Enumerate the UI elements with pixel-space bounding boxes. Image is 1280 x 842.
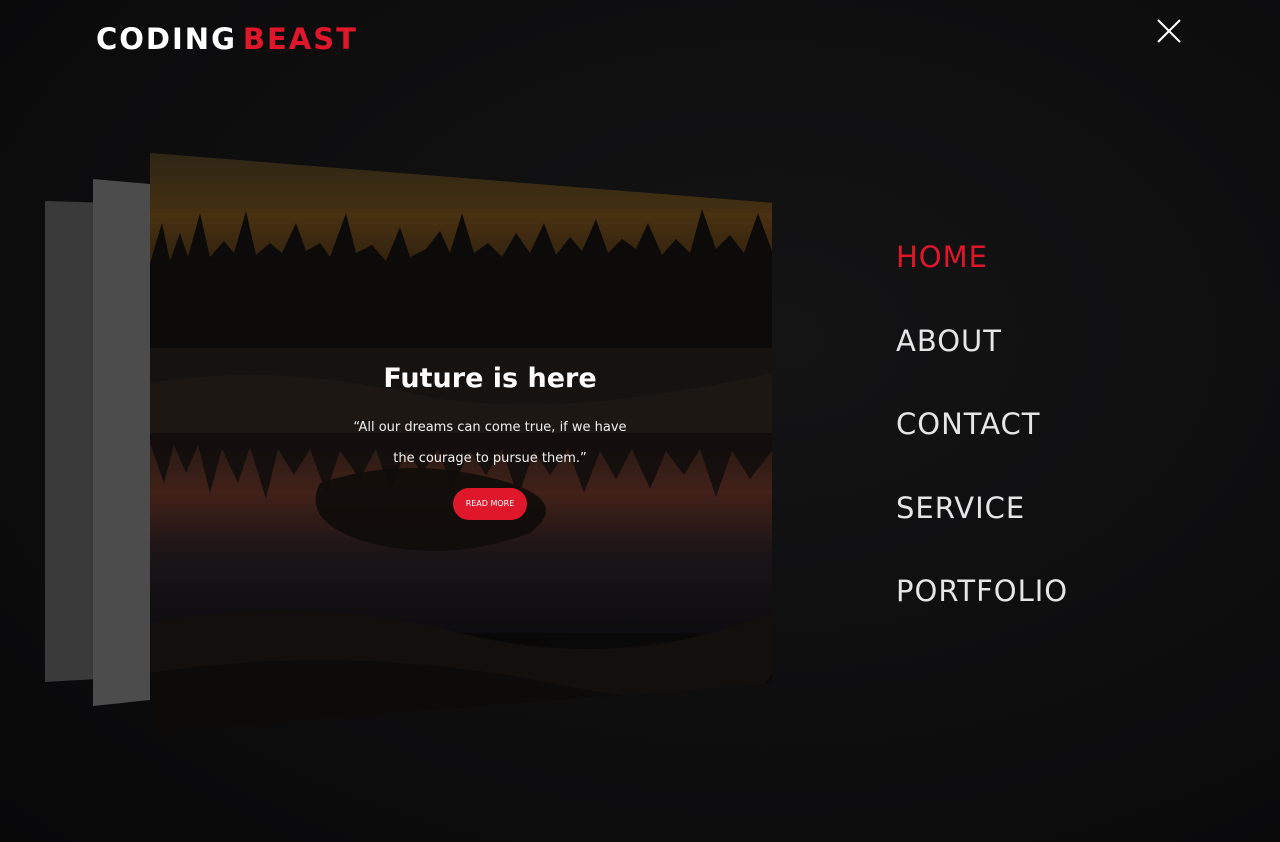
logo-coding: CODING — [96, 22, 237, 56]
card-quote: “All our dreams can come true, if we hav… — [353, 420, 627, 466]
back-panel-far — [45, 201, 150, 682]
logo-beast: BEAST — [242, 22, 358, 56]
close-menu-button[interactable] — [1156, 18, 1182, 44]
menu-overlay: CODING BEAST Future is here “All our dre… — [0, 0, 1280, 842]
nav-item-service[interactable]: SERVICE — [896, 491, 1196, 575]
card-content: Future is here “All our dreams can come … — [150, 363, 772, 520]
back-panel-near — [93, 179, 150, 706]
nav-item-portfolio[interactable]: PORTFOLIO — [896, 574, 1196, 658]
read-more-button[interactable]: READ MORE — [452, 488, 528, 520]
nav-item-home[interactable]: HOME — [896, 240, 1196, 324]
nav-item-contact[interactable]: CONTACT — [896, 407, 1196, 491]
logo[interactable]: CODING BEAST — [96, 22, 358, 56]
nav-item-about[interactable]: ABOUT — [896, 324, 1196, 408]
main-nav: HOME ABOUT CONTACT SERVICE PORTFOLIO — [896, 240, 1196, 658]
card-title: Future is here — [383, 363, 597, 394]
slide-card: Future is here “All our dreams can come … — [150, 153, 772, 733]
close-icon — [1157, 19, 1181, 43]
